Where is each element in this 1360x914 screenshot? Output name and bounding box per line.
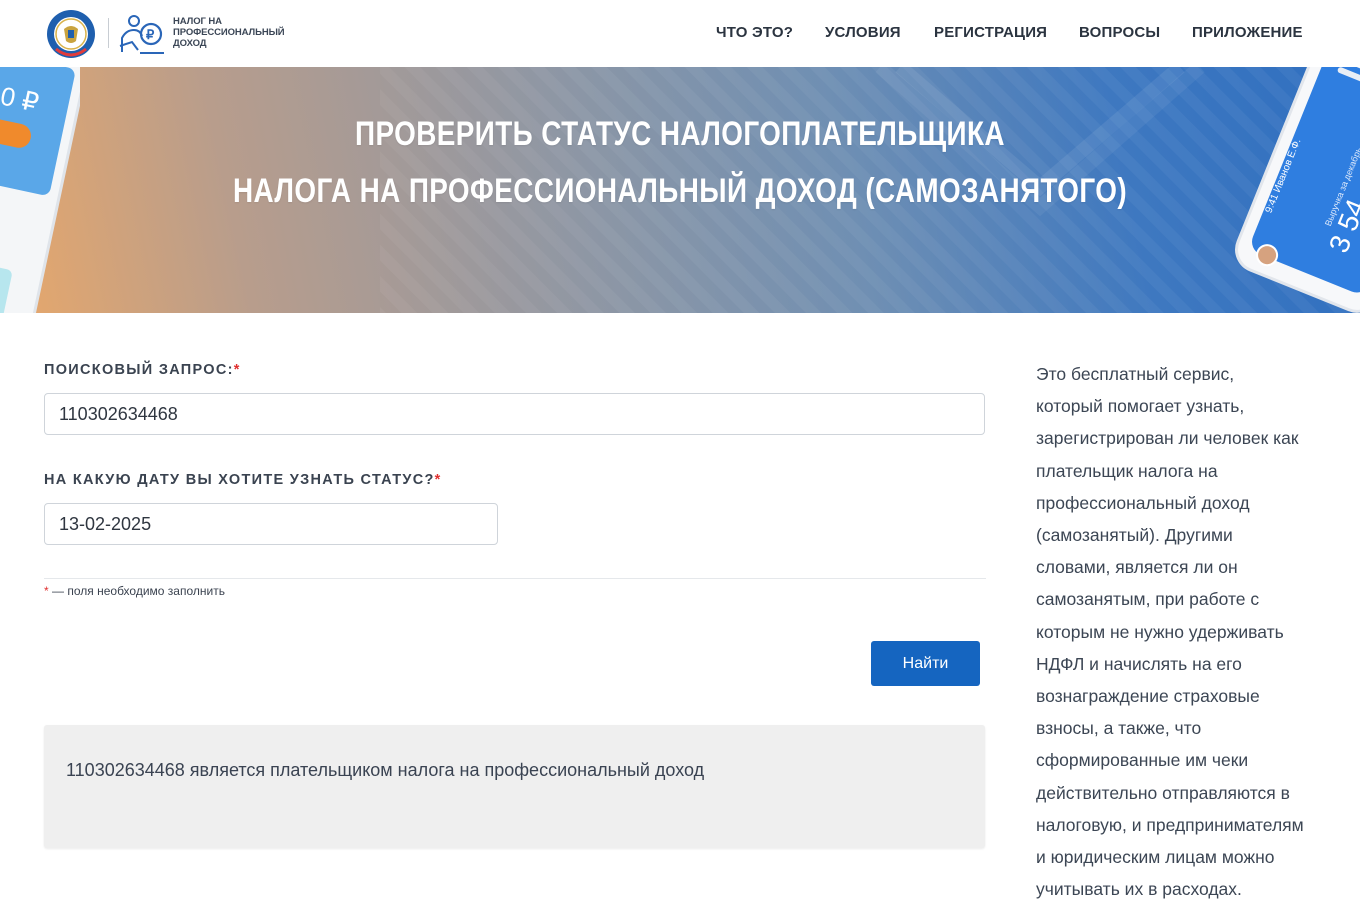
logo-text-line-1: НАЛОГ НА — [173, 16, 222, 27]
description-line: сформированные им чеки — [1036, 750, 1249, 771]
description-line: Это бесплатный сервис, — [1036, 364, 1235, 384]
query-label-text: ПОИСКОВЫЙ ЗАПРОС: — [44, 362, 234, 378]
description-line: которым не нужно удерживать — [1036, 621, 1284, 642]
service-description: Это бесплатный сервис, который помогает … — [1036, 358, 1336, 905]
logo-text: НАЛОГ НА ПРОФЕССИОНАЛЬНЫЙ ДОХОД — [173, 16, 285, 49]
hero-banner: 0 ₽ 9:41 Иванов Е.Ф. Выручка за декабрь … — [0, 67, 1360, 313]
nav-conditions[interactable]: УСЛОВИЯ — [825, 24, 901, 44]
description-line: профессиональный доход — [1036, 492, 1250, 513]
date-input[interactable]: 13-02-2025 — [44, 503, 498, 545]
logo-divider — [108, 18, 109, 48]
find-button[interactable]: Найти — [871, 641, 980, 686]
description-line: (самозанятый). Другими — [1036, 525, 1233, 546]
description-line: действительно отправляются в — [1036, 782, 1290, 803]
phone-right-icon: 9:41 Иванов Е.Ф. Выручка за декабрь 3 54 — [1235, 67, 1360, 313]
nav-questions[interactable]: ВОПРОСЫ — [1079, 24, 1160, 44]
description-line: учитывать их в расходах. — [1036, 879, 1242, 900]
required-asterisk: * — [434, 472, 442, 488]
result-panel: 110302634468 является плательщиком налог… — [44, 725, 985, 848]
description-line: который помогает узнать, — [1036, 396, 1245, 417]
date-label: НА КАКУЮ ДАТУ ВЫ ХОТИТЕ УЗНАТЬ СТАТУС?* — [44, 472, 442, 488]
fns-emblem-icon[interactable] — [46, 9, 96, 59]
logo-text-line-3: ДОХОД — [173, 38, 207, 49]
required-note: * — поля необходимо заполнить — [44, 584, 225, 598]
result-text: 110302634468 является плательщиком налог… — [66, 760, 705, 780]
nav-registration[interactable]: РЕГИСТРАЦИЯ — [934, 24, 1047, 44]
description-line: самозанятым, при работе с — [1036, 589, 1260, 610]
description-line: зарегистрирован ли человек как — [1036, 428, 1299, 449]
description-line: словами, является ли он — [1036, 557, 1238, 578]
required-asterisk: * — [233, 362, 241, 378]
banner-title-line-2: НАЛОГА НА ПРОФЕССИОНАЛЬНЫЙ ДОХОД (САМОЗА… — [232, 172, 1128, 210]
description-line: налоговую, и предпринимателям — [1036, 814, 1304, 835]
site-header: ₽ НАЛОГ НА ПРОФЕССИОНАЛЬНЫЙ ДОХОД ЧТО ЭТ… — [0, 0, 1360, 67]
description-line: НДФЛ и начислять на его — [1036, 653, 1242, 674]
nav-what-is-it[interactable]: ЧТО ЭТО? — [716, 24, 793, 44]
description-line: и юридическим лицам можно — [1036, 847, 1275, 868]
nav-app[interactable]: ПРИЛОЖЕНИЕ — [1192, 24, 1303, 44]
logo-text-line-2: ПРОФЕССИОНАЛЬНЫЙ — [173, 27, 285, 38]
description-line: вознаграждение страховые — [1036, 686, 1260, 707]
description-line: взносы, а также, что — [1036, 718, 1202, 739]
phone-left-icon: 0 ₽ — [0, 67, 80, 313]
form-divider — [44, 578, 986, 579]
required-note-text: — поля необходимо заполнить — [52, 584, 225, 598]
required-note-asterisk: * — [44, 584, 49, 598]
svg-text:₽: ₽ — [146, 27, 155, 42]
query-label: ПОИСКОВЫЙ ЗАПРОС:* — [44, 362, 241, 378]
npd-logo-icon[interactable]: ₽ — [118, 12, 166, 56]
description-line: плательщик налога на — [1036, 460, 1218, 481]
banner-title-line-1: ПРОВЕРИТЬ СТАТУС НАЛОГОПЛАТЕЛЬЩИКА — [355, 115, 1005, 153]
date-label-text: НА КАКУЮ ДАТУ ВЫ ХОТИТЕ УЗНАТЬ СТАТУС? — [44, 472, 435, 488]
search-query-input[interactable]: 110302634468 — [44, 393, 985, 435]
